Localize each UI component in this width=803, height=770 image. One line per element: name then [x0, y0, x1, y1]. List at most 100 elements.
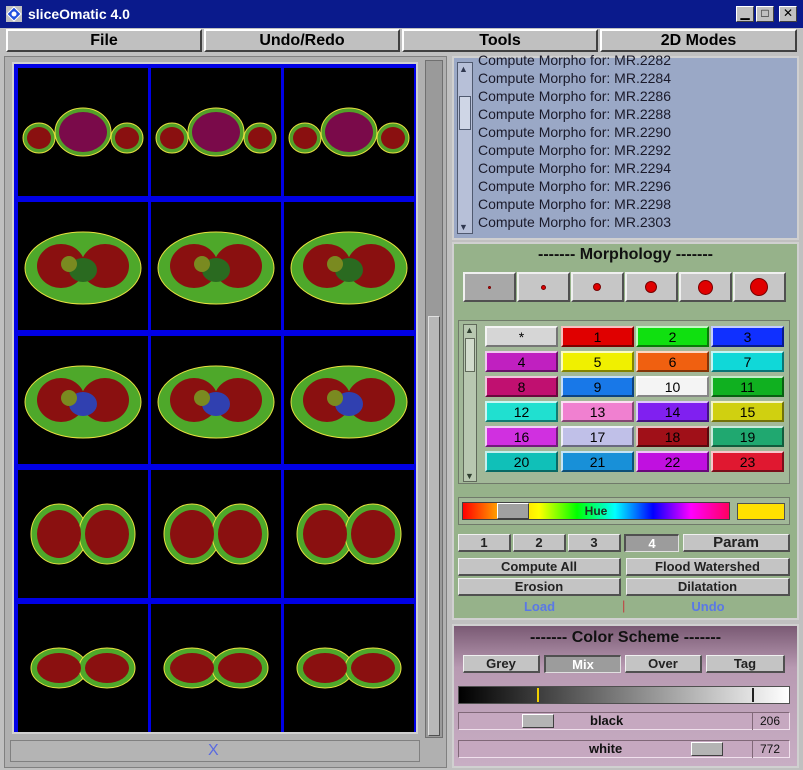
tag-button-19[interactable]: 19: [711, 426, 784, 447]
param-button[interactable]: Param: [683, 534, 790, 552]
brush-dot-icon: [593, 283, 601, 291]
tag-button-5[interactable]: 5: [561, 351, 634, 372]
app-icon: [6, 6, 22, 22]
slice-thumbnail[interactable]: [18, 68, 148, 196]
slice-thumbnail[interactable]: [18, 604, 148, 732]
tag-button-3[interactable]: 3: [711, 326, 784, 347]
brush-size-button[interactable]: [625, 272, 678, 302]
scheme-over-button[interactable]: Over: [625, 655, 702, 673]
slice-thumbnail[interactable]: [151, 202, 281, 330]
white-slider-thumb[interactable]: [691, 742, 723, 756]
tag-button-all[interactable]: *: [485, 326, 558, 347]
mode-button-3[interactable]: 3: [568, 534, 621, 552]
tag-button-18[interactable]: 18: [636, 426, 709, 447]
scroll-down-icon[interactable]: ▼: [459, 222, 468, 232]
mode-button-4[interactable]: 4: [624, 534, 679, 552]
minimize-icon: ▁: [740, 6, 750, 20]
tag-button-20[interactable]: 20: [485, 451, 558, 472]
image-scrollbar-thumb[interactable]: [428, 316, 440, 736]
brush-size-button[interactable]: [463, 272, 516, 302]
log-line: Compute Morpho for: MR.2296: [478, 178, 671, 194]
close-icon: ✕: [782, 6, 794, 20]
tag-button-2[interactable]: 2: [636, 326, 709, 347]
scroll-down-icon[interactable]: ▼: [465, 471, 474, 481]
tag-button-1[interactable]: 1: [561, 326, 634, 347]
slice-thumbnail[interactable]: [18, 202, 148, 330]
mode-button-2[interactable]: 2: [513, 534, 566, 552]
slice-thumbnail[interactable]: [284, 336, 414, 464]
mode-button-1[interactable]: 1: [458, 534, 511, 552]
black-slider[interactable]: [458, 712, 790, 730]
slice-thumbnail[interactable]: [284, 68, 414, 196]
slice-thumbnail[interactable]: [151, 68, 281, 196]
log-line: Compute Morpho for: MR.2294: [478, 160, 671, 176]
dilatation-button[interactable]: Dilatation: [626, 578, 790, 596]
grey-ramp: [458, 686, 790, 704]
flood-watershed-button[interactable]: Flood Watershed: [626, 558, 790, 576]
slice-thumbnail[interactable]: [18, 470, 148, 598]
color-scheme-title: ------- Color Scheme -------: [529, 629, 722, 646]
slice-thumbnail[interactable]: [151, 336, 281, 464]
tag-button-14[interactable]: 14: [636, 401, 709, 422]
log-scrollbar-thumb[interactable]: [459, 96, 471, 130]
scroll-up-icon[interactable]: ▲: [465, 325, 474, 335]
close-button[interactable]: ✕: [779, 6, 797, 22]
log-line: Compute Morpho for: MR.2286: [478, 88, 671, 104]
minimize-button[interactable]: ▁: [736, 6, 754, 22]
scroll-up-icon[interactable]: ▲: [459, 64, 468, 74]
tag-button-9[interactable]: 9: [561, 376, 634, 397]
log-line: Compute Morpho for: MR.2284: [478, 70, 671, 86]
maximize-button[interactable]: □: [756, 6, 774, 22]
scheme-tag-button[interactable]: Tag: [706, 655, 785, 673]
tag-button-6[interactable]: 6: [636, 351, 709, 372]
tag-palette-scrollbar-thumb[interactable]: [465, 338, 475, 372]
tag-button-17[interactable]: 17: [561, 426, 634, 447]
erosion-button[interactable]: Erosion: [458, 578, 621, 596]
slice-thumbnail[interactable]: [151, 470, 281, 598]
tag-button-23[interactable]: 23: [711, 451, 784, 472]
scheme-grey-button[interactable]: Grey: [463, 655, 540, 673]
log-line: Compute Morpho for: MR.2290: [478, 124, 671, 140]
brush-size-button[interactable]: [517, 272, 570, 302]
slice-thumbnail[interactable]: [18, 336, 148, 464]
tag-button-4[interactable]: 4: [485, 351, 558, 372]
menu-undo-redo[interactable]: Undo/Redo: [204, 29, 400, 52]
white-label: white: [589, 741, 623, 756]
load-button[interactable]: Load: [458, 599, 621, 614]
slice-grid[interactable]: [12, 62, 418, 734]
white-value: 772: [760, 742, 781, 756]
tag-button-21[interactable]: 21: [561, 451, 634, 472]
slice-thumbnail[interactable]: [284, 604, 414, 732]
tag-button-15[interactable]: 15: [711, 401, 784, 422]
slice-thumbnail[interactable]: [151, 604, 281, 732]
brush-dot-icon: [487, 285, 491, 289]
brush-size-button[interactable]: [733, 272, 786, 302]
tag-button-22[interactable]: 22: [636, 451, 709, 472]
ramp-black-marker: [537, 688, 539, 702]
tag-button-13[interactable]: 13: [561, 401, 634, 422]
tag-button-12[interactable]: 12: [485, 401, 558, 422]
brush-size-button[interactable]: [679, 272, 732, 302]
slice-thumbnail[interactable]: [284, 470, 414, 598]
black-slider-thumb[interactable]: [522, 714, 554, 728]
hue-slider-thumb[interactable]: [497, 503, 529, 519]
menu-file[interactable]: File: [6, 29, 202, 52]
log-line: Compute Morpho for: MR.2292: [478, 142, 671, 158]
tag-button-10[interactable]: 10: [636, 376, 709, 397]
brush-size-button[interactable]: [571, 272, 624, 302]
brush-dot-icon: [697, 279, 713, 295]
tag-button-16[interactable]: 16: [485, 426, 558, 447]
scheme-mix-button[interactable]: Mix: [544, 655, 621, 673]
slice-thumbnails: [18, 68, 414, 732]
log-scrollbar[interactable]: ▲ ▼: [457, 62, 473, 234]
white-slider[interactable]: [458, 740, 790, 758]
menu-2d-modes[interactable]: 2D Modes: [600, 29, 797, 52]
tag-button-8[interactable]: 8: [485, 376, 558, 397]
tag-button-11[interactable]: 11: [711, 376, 784, 397]
image-bottom-x-icon[interactable]: X: [208, 742, 219, 760]
compute-all-button[interactable]: Compute All: [458, 558, 621, 576]
undo-button[interactable]: Undo: [626, 599, 790, 614]
menu-tools[interactable]: Tools: [402, 29, 598, 52]
tag-button-7[interactable]: 7: [711, 351, 784, 372]
slice-thumbnail[interactable]: [284, 202, 414, 330]
